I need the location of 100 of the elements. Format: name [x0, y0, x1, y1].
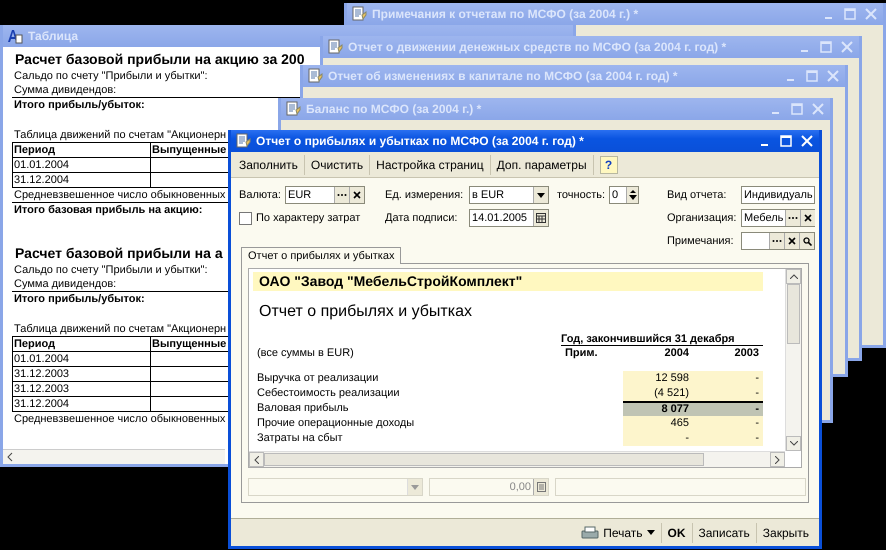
dots-icon	[772, 239, 782, 243]
field-label: Примечания:	[667, 235, 735, 247]
checkbox[interactable]	[239, 212, 252, 224]
document-icon	[351, 6, 367, 22]
toolbar-button[interactable]: Настройка страниц	[370, 154, 491, 174]
close-icon	[352, 191, 361, 199]
row-label: Себестоимость реализации	[256, 386, 401, 401]
report-line: Средневзвешенное число обыкновенных	[13, 412, 226, 426]
dropdown-button[interactable]	[533, 187, 548, 203]
calculator-icon	[536, 482, 546, 492]
report-type-field[interactable]: Индивидуаль	[741, 186, 815, 204]
scroll-thumb[interactable]	[787, 284, 800, 344]
window-title: Отчет об изменениях в капитале по МСФО (за 2004 г. год) *	[328, 69, 678, 83]
report-line: Итого прибыль/убыток:	[13, 98, 145, 112]
notes-field[interactable]	[741, 232, 815, 250]
calendar-icon	[536, 213, 546, 223]
report-title: Отчет о прибылях и убытках	[258, 302, 474, 322]
scroll-up-button[interactable]	[786, 269, 801, 284]
field-label: Дата подписи:	[385, 212, 458, 224]
calendar-button[interactable]	[533, 210, 548, 226]
horizontal-scrollbar[interactable]	[3, 449, 225, 464]
row-label: Валовая прибыль	[256, 401, 350, 416]
table-cell: (4 521)	[623, 386, 693, 401]
report-heading: Расчет базовой прибыли на акцию за 200	[15, 51, 304, 67]
table-cell: 31.12.2004	[13, 173, 151, 188]
text-field[interactable]	[555, 478, 806, 496]
table-cell: 31.12.2004	[13, 397, 151, 412]
report-line: Средневзвешенное число обыкновенных	[13, 188, 226, 202]
window-title: Таблица	[28, 29, 78, 43]
document-icon	[235, 133, 251, 149]
vertical-scrollbar[interactable]	[785, 269, 801, 451]
close-button[interactable]	[799, 133, 815, 149]
field-label: Организация:	[667, 212, 737, 224]
dots-icon	[336, 193, 347, 197]
table-cell: 01.01.2004	[13, 158, 151, 173]
field-label: точность:	[557, 189, 606, 201]
scroll-left-button[interactable]	[249, 452, 264, 467]
calculator-button[interactable]	[533, 479, 548, 495]
column-header: 2004	[664, 346, 690, 361]
table-icon	[7, 28, 23, 44]
field-label: Валюта:	[239, 189, 281, 201]
table-cell: -	[623, 431, 693, 446]
horizontal-scrollbar[interactable]	[249, 451, 785, 467]
table-caption: Таблица движений по счетам "Акционерн	[13, 128, 226, 142]
footer-button[interactable]: Закрыть	[756, 522, 815, 542]
report-line: Итого прибыль/убыток:	[13, 292, 145, 306]
caret-icon	[646, 530, 654, 535]
dropdown-field[interactable]	[248, 478, 423, 496]
row-label: Выручка от реализации	[256, 371, 380, 386]
help-button[interactable]: ?	[600, 156, 618, 174]
table-cell: 12 598	[623, 371, 693, 386]
caret-icon	[411, 484, 419, 490]
column-header: 2003	[734, 346, 760, 361]
spin-buttons[interactable]	[626, 187, 638, 203]
chevron-right-icon	[775, 456, 780, 464]
column-header: Период	[13, 337, 151, 352]
close-icon	[804, 214, 812, 222]
row-label: Прочие операционные доходы	[256, 416, 416, 431]
toolbar-button[interactable]: Очистить	[304, 154, 370, 174]
search-button[interactable]	[799, 233, 814, 249]
scroll-right-button[interactable]	[770, 452, 785, 467]
currency-field[interactable]: EUR	[284, 186, 365, 204]
report-line: Сальдо по счету "Прибыли и убытки":	[13, 263, 208, 277]
toolbar-button[interactable]: Доп. параметры	[490, 154, 594, 174]
select-button[interactable]	[785, 210, 800, 226]
clear-button[interactable]	[348, 187, 364, 203]
caret-icon	[537, 192, 545, 198]
select-button[interactable]	[769, 233, 784, 249]
document-icon	[307, 68, 323, 84]
print-button[interactable]: Печать	[575, 522, 660, 542]
maximize-button[interactable]	[778, 133, 794, 149]
period-header: Год, закончившийся 31 декабря	[561, 333, 763, 346]
chevron-left-icon	[254, 456, 259, 464]
toolbar-button[interactable]: Заполнить	[233, 154, 305, 174]
ok-button[interactable]: OK	[660, 522, 692, 542]
organization-field[interactable]: Мебель	[741, 209, 815, 227]
date-field[interactable]: 14.01.2005	[469, 209, 549, 227]
dots-icon	[788, 216, 798, 220]
clear-button[interactable]	[800, 210, 816, 226]
checkbox-label: По характеру затрат	[256, 212, 360, 224]
tab[interactable]: Отчет о прибылях и убытках	[241, 247, 402, 264]
document-icon	[327, 39, 343, 55]
field-label: Ед. измерения:	[385, 189, 464, 201]
row-label: Затраты на сбыт	[256, 431, 344, 446]
close-icon	[788, 237, 796, 245]
scroll-down-button[interactable]	[786, 436, 801, 451]
table-caption: Таблица движений по счетам "Акционерн	[13, 322, 226, 336]
clear-button[interactable]	[784, 233, 799, 249]
footer-button[interactable]: Записать	[692, 522, 756, 542]
printer-icon	[581, 526, 600, 540]
window-title: Баланс по МСФО (за 2004 г.) *	[306, 102, 482, 116]
table-cell: 01.01.2004	[13, 352, 151, 367]
caret-up-icon	[630, 190, 636, 193]
precision-spinner[interactable]: 0	[609, 186, 640, 204]
table-cell: -	[693, 416, 763, 431]
column-header: Прим.	[564, 346, 599, 361]
scroll-thumb[interactable]	[264, 453, 704, 466]
table-cell: -	[693, 386, 763, 401]
unit-dropdown[interactable]: в EUR	[469, 186, 549, 204]
select-button[interactable]	[334, 187, 349, 203]
